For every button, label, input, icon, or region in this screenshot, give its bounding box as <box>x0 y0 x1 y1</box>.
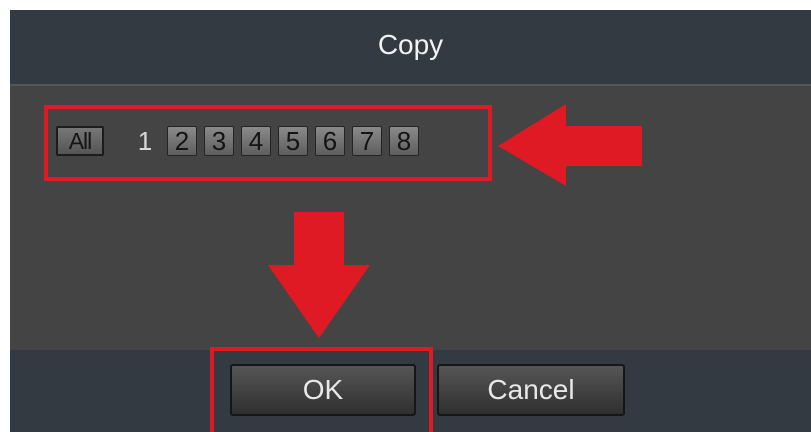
annotation-arrows <box>268 104 642 338</box>
left-arrow-icon <box>498 104 642 186</box>
down-arrow-icon <box>268 212 370 338</box>
